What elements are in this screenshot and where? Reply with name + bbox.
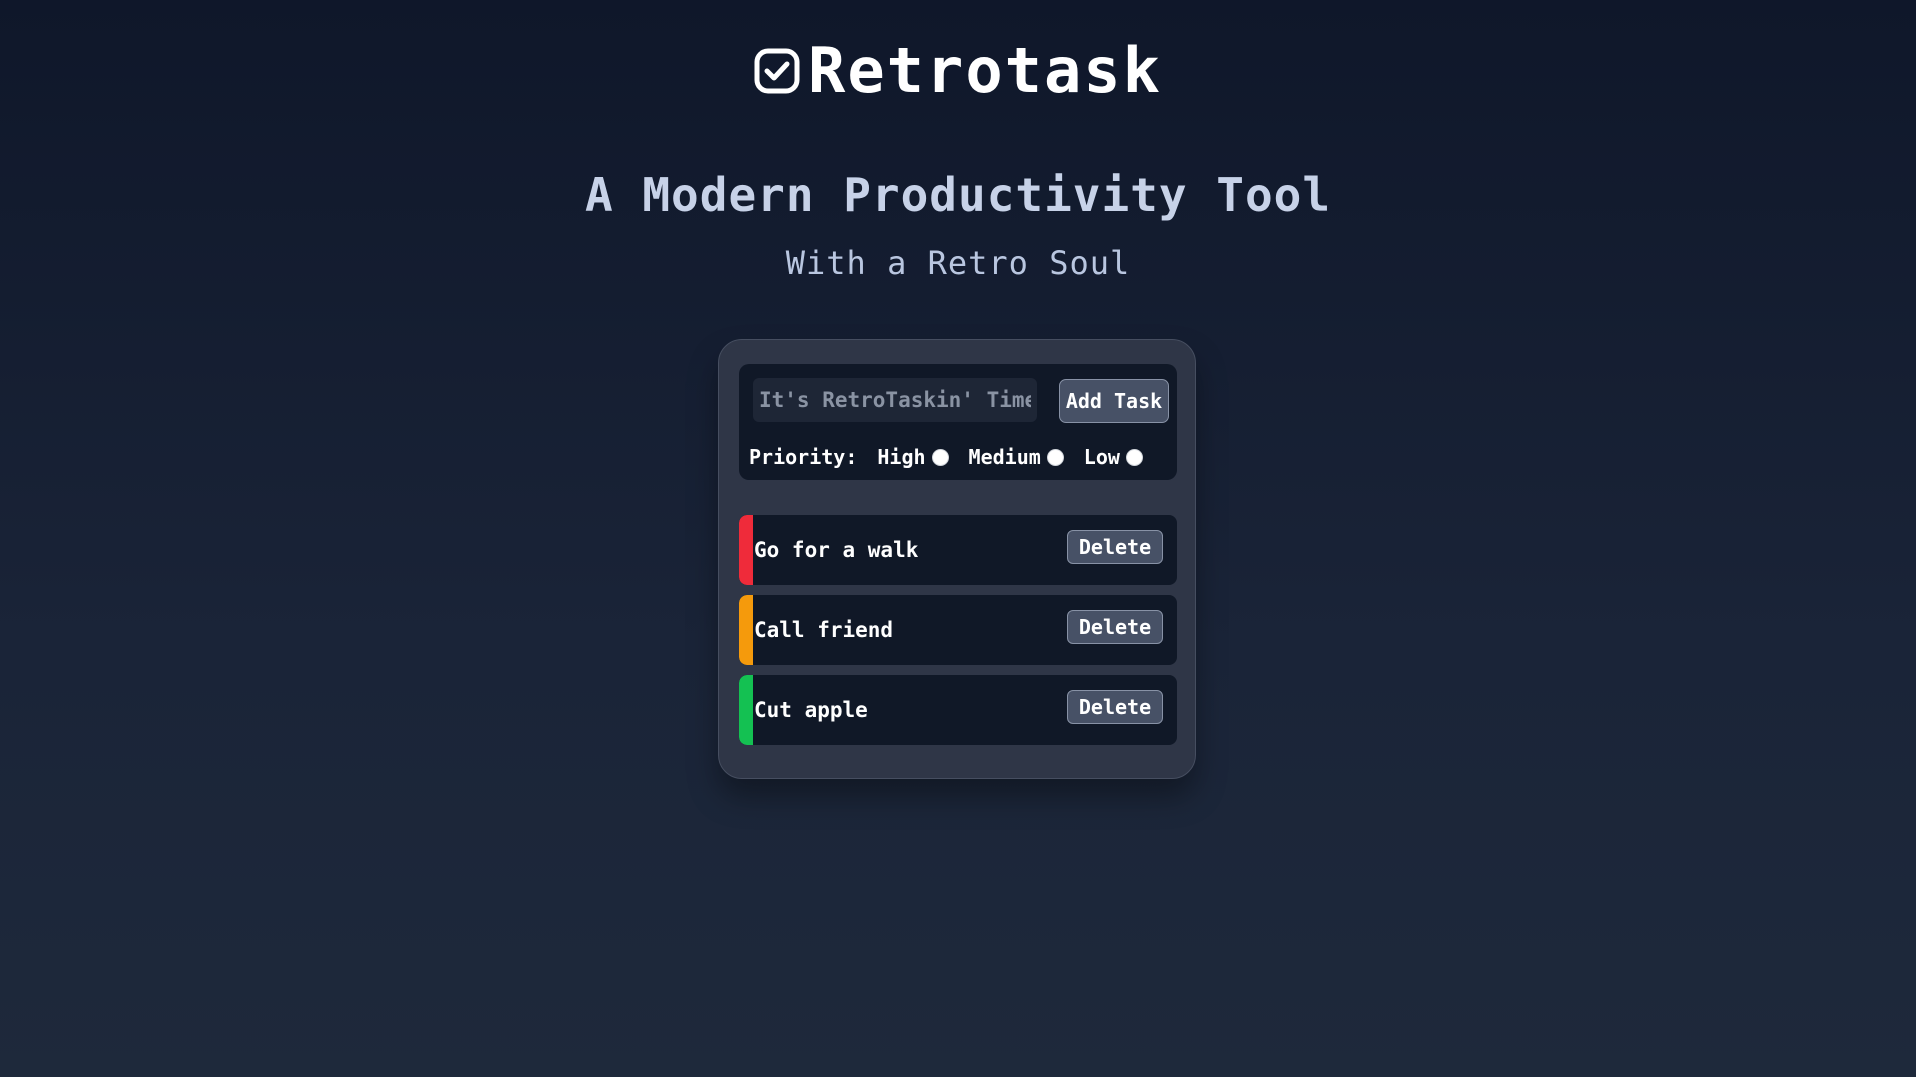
task-input[interactable] bbox=[753, 378, 1037, 422]
priority-option-label: Medium bbox=[968, 445, 1041, 469]
priority-option-low[interactable]: Low bbox=[1084, 445, 1143, 469]
task-item: Cut apple Delete bbox=[739, 675, 1177, 745]
task-card: Add Task Priority: High Medium Low Go fo… bbox=[718, 339, 1196, 779]
task-item: Call friend Delete bbox=[739, 595, 1177, 665]
add-task-button[interactable]: Add Task bbox=[1059, 379, 1169, 423]
priority-high-radio[interactable] bbox=[931, 448, 949, 466]
add-task-form: Add Task Priority: High Medium Low bbox=[739, 364, 1177, 480]
app-header: Retrotask bbox=[0, 36, 1916, 106]
priority-selector: Priority: High Medium Low bbox=[749, 444, 1143, 470]
task-text: Call friend bbox=[754, 618, 894, 642]
task-text: Go for a walk bbox=[754, 538, 919, 562]
priority-option-high[interactable]: High bbox=[877, 445, 949, 469]
page-tagline: A Modern Productivity Tool bbox=[584, 168, 1332, 222]
delete-task-button[interactable]: Delete bbox=[1067, 610, 1163, 644]
priority-label: Priority: bbox=[749, 445, 858, 469]
delete-task-button[interactable]: Delete bbox=[1067, 530, 1163, 564]
task-item: Go for a walk Delete bbox=[739, 515, 1177, 585]
priority-indicator bbox=[739, 515, 753, 585]
priority-option-label: High bbox=[877, 445, 926, 469]
priority-option-medium[interactable]: Medium bbox=[969, 445, 1064, 469]
app-title: Retrotask bbox=[808, 34, 1162, 107]
priority-option-label: Low bbox=[1083, 445, 1120, 469]
priority-indicator bbox=[739, 675, 753, 745]
priority-indicator bbox=[739, 595, 753, 665]
priority-low-radio[interactable] bbox=[1125, 448, 1143, 466]
check-square-icon bbox=[754, 48, 800, 94]
delete-task-button[interactable]: Delete bbox=[1067, 690, 1163, 724]
page-subtagline: With a Retro Soul bbox=[785, 244, 1131, 282]
task-text: Cut apple bbox=[754, 698, 868, 722]
task-list: Go for a walk Delete Call friend Delete … bbox=[739, 515, 1177, 755]
priority-medium-radio[interactable] bbox=[1046, 448, 1064, 466]
